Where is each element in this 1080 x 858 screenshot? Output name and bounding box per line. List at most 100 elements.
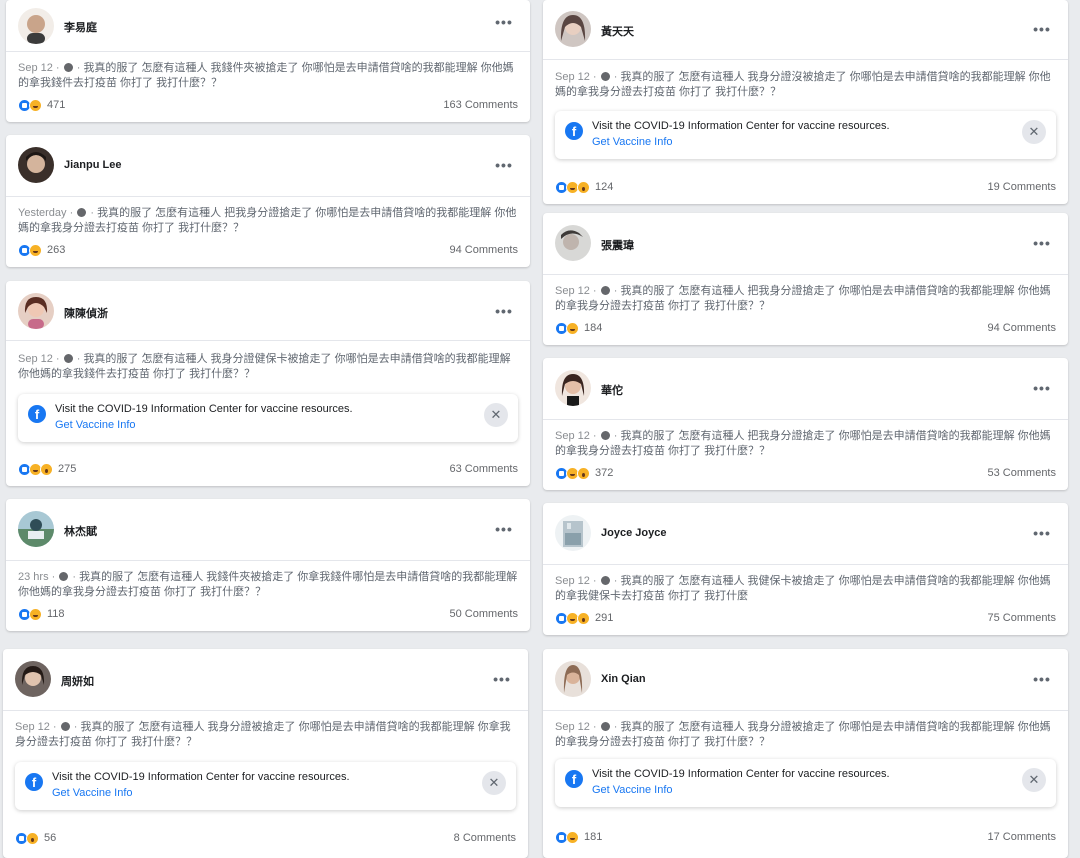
get-vaccine-info-link[interactable]: Get Vaccine Info	[592, 784, 673, 796]
post-timestamp[interactable]: Sep 12	[15, 721, 50, 733]
comments-count[interactable]: 19 Comments	[988, 181, 1056, 193]
more-options-icon[interactable]: •••	[1030, 523, 1054, 547]
post-card: 李易庭 ••• Sep 12 · · 我真的服了 怎麼有這種人 我錢件夾被搶走了…	[6, 0, 530, 122]
author-name[interactable]: 張震瑋	[601, 237, 634, 253]
close-icon[interactable]: ✕	[1022, 120, 1046, 144]
more-options-icon[interactable]: •••	[1030, 378, 1054, 402]
reactions-summary[interactable]: 471	[18, 98, 65, 112]
separator: ·	[610, 285, 621, 297]
post-text: Yesterday · · 我真的服了 怎麼有這種人 把我身分證搶走了 你哪怕是…	[18, 206, 518, 236]
post-timestamp[interactable]: Sep 12	[18, 353, 53, 365]
comments-count[interactable]: 94 Comments	[988, 322, 1056, 334]
post-timestamp[interactable]: Sep 12	[555, 430, 590, 442]
comments-count[interactable]: 50 Comments	[450, 608, 518, 620]
post-message: 我真的服了 怎麼有這種人 把我身分證搶走了 你哪怕是去申請借貸啥的我都能理解 你…	[555, 430, 1051, 457]
post-header: Joyce Joyce •••	[543, 503, 1068, 565]
haha-reaction-icon	[566, 321, 579, 335]
reactions-summary[interactable]: 263	[18, 243, 65, 257]
author-name[interactable]: 黃天天	[601, 23, 634, 39]
post-timestamp[interactable]: Sep 12	[555, 721, 590, 733]
separator: ·	[52, 353, 63, 365]
post-header: 林杰賦 •••	[6, 499, 530, 561]
more-options-icon[interactable]: •••	[1030, 233, 1054, 257]
reactions-summary[interactable]: 372	[555, 466, 613, 480]
post-header: 華佗 •••	[543, 358, 1068, 420]
avatar[interactable]	[15, 661, 51, 697]
comments-count[interactable]: 63 Comments	[450, 463, 518, 475]
globe-icon	[600, 576, 610, 585]
post-timestamp[interactable]: Sep 12	[555, 575, 590, 587]
separator: ·	[589, 575, 600, 587]
post-timestamp[interactable]: Sep 12	[555, 285, 590, 297]
get-vaccine-info-link[interactable]: Get Vaccine Info	[52, 787, 133, 799]
comments-count[interactable]: 17 Comments	[988, 831, 1056, 843]
post-header: Xin Qian •••	[543, 649, 1068, 711]
get-vaccine-info-link[interactable]: Get Vaccine Info	[55, 419, 136, 431]
more-options-icon[interactable]: •••	[1030, 669, 1054, 693]
close-icon[interactable]: ✕	[484, 403, 508, 427]
post-text: 23 hrs · · 我真的服了 怎麼有這種人 我錢件夾被搶走了 你拿我錢件哪怕…	[18, 570, 518, 600]
author-name[interactable]: 李易庭	[64, 19, 97, 35]
comments-count[interactable]: 75 Comments	[988, 612, 1056, 624]
post-message: 我真的服了 怎麼有這種人 我健保卡被搶走了 你哪怕是去申請借貸啥的我都能理解 你…	[555, 575, 1051, 602]
more-options-icon[interactable]: •••	[492, 12, 516, 36]
reactions-summary[interactable]: 275	[18, 462, 76, 476]
reaction-count: 471	[47, 99, 66, 111]
author-name[interactable]: 林杰賦	[64, 523, 97, 539]
avatar[interactable]	[555, 225, 591, 261]
separator: ·	[73, 353, 84, 365]
reactions-summary[interactable]: 56	[15, 831, 56, 845]
author-name[interactable]: Joyce Joyce	[601, 527, 666, 539]
reactions-summary[interactable]: 291	[555, 611, 613, 625]
haha-reaction-icon	[29, 98, 42, 112]
author-name[interactable]: Xin Qian	[601, 673, 646, 685]
author-name[interactable]: 陳陳偵浙	[64, 305, 108, 321]
more-options-icon[interactable]: •••	[1030, 19, 1054, 43]
comments-count[interactable]: 94 Comments	[450, 244, 518, 256]
author-name[interactable]: Jianpu Lee	[64, 159, 121, 171]
haha-reaction-icon	[566, 830, 579, 844]
separator: ·	[52, 62, 63, 74]
avatar[interactable]	[555, 515, 591, 551]
avatar[interactable]	[18, 511, 54, 547]
post-timestamp[interactable]: 23 hrs	[18, 571, 49, 583]
reactions-summary[interactable]: 181	[555, 830, 602, 844]
globe-icon	[60, 722, 70, 731]
more-options-icon[interactable]: •••	[492, 519, 516, 543]
reactions-summary[interactable]: 118	[18, 607, 65, 621]
avatar[interactable]	[555, 661, 591, 697]
more-options-icon[interactable]: •••	[490, 669, 514, 693]
comments-count[interactable]: 8 Comments	[454, 832, 516, 844]
avatar[interactable]	[18, 8, 54, 44]
reactions-summary[interactable]: 184	[555, 321, 602, 335]
comments-count[interactable]: 163 Comments	[443, 99, 518, 111]
get-vaccine-info-link[interactable]: Get Vaccine Info	[592, 136, 673, 148]
more-options-icon[interactable]: •••	[492, 301, 516, 325]
author-name[interactable]: 周妍如	[61, 673, 94, 689]
covid-info-banner: f Visit the COVID-19 Information Center …	[555, 111, 1056, 159]
avatar[interactable]	[18, 293, 54, 329]
post-timestamp[interactable]: Yesterday	[18, 207, 67, 219]
reaction-count: 184	[584, 322, 603, 334]
facebook-icon: f	[565, 770, 583, 788]
reaction-count: 263	[47, 244, 66, 256]
avatar[interactable]	[18, 147, 54, 183]
facebook-icon: f	[28, 405, 46, 423]
reactions-summary[interactable]: 124	[555, 180, 613, 194]
haha-reaction-icon	[29, 243, 42, 257]
post-card: 張震瑋 ••• Sep 12 · · 我真的服了 怎麼有這種人 把我身分證搶走了…	[543, 213, 1068, 345]
separator: ·	[70, 721, 81, 733]
separator: ·	[610, 575, 621, 587]
comments-count[interactable]: 53 Comments	[988, 467, 1056, 479]
post-card: Jianpu Lee ••• Yesterday · · 我真的服了 怎麼有這種…	[6, 135, 530, 267]
close-icon[interactable]: ✕	[482, 771, 506, 795]
wow-reaction-icon	[26, 831, 39, 845]
close-icon[interactable]: ✕	[1022, 768, 1046, 792]
avatar[interactable]	[555, 370, 591, 406]
post-timestamp[interactable]: Sep 12	[18, 62, 53, 74]
post-timestamp[interactable]: Sep 12	[555, 71, 590, 83]
separator: ·	[589, 71, 600, 83]
author-name[interactable]: 華佗	[601, 382, 623, 398]
more-options-icon[interactable]: •••	[492, 155, 516, 179]
avatar[interactable]	[555, 11, 591, 47]
